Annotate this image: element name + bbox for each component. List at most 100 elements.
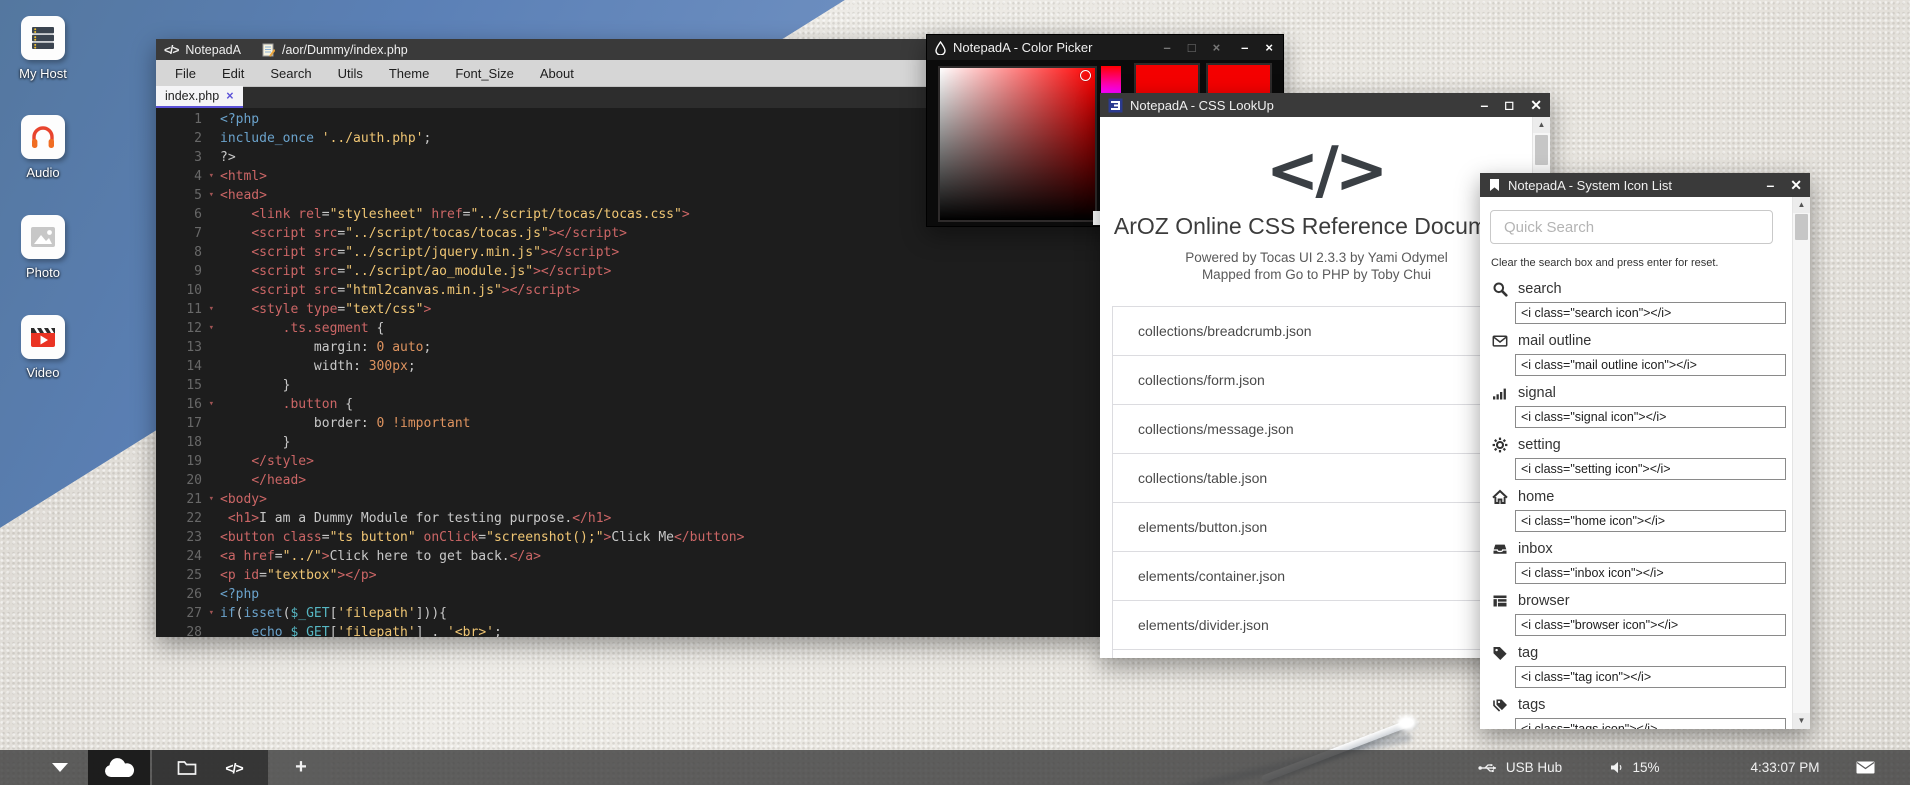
close-icon[interactable]: ✕ (1530, 98, 1542, 112)
code-line[interactable]: 28 echo $_GET['filepath'] . '<br>'; (156, 623, 1100, 637)
menu-item-search[interactable]: Search (257, 66, 324, 81)
headphones-icon (21, 115, 65, 159)
scrollbar-thumb[interactable] (1535, 135, 1548, 165)
lookup-item[interactable]: collections/message.json (1113, 405, 1520, 454)
menu-item-theme[interactable]: Theme (376, 66, 442, 81)
color-picker-titlebar[interactable]: NotepadA - Color Picker – □ × – × (927, 35, 1283, 60)
taskbar-usb-status[interactable]: USB Hub (1460, 750, 1580, 785)
lookup-item[interactable]: collections/breadcrumb.json (1113, 307, 1520, 356)
icon-code-input[interactable] (1515, 562, 1786, 584)
minimize-icon[interactable]: – (1481, 98, 1489, 112)
code-line[interactable]: 23<button class="ts button" onClick="scr… (156, 528, 1100, 547)
quick-search-input[interactable] (1490, 210, 1773, 244)
code-line[interactable]: 21▾<body> (156, 490, 1100, 509)
taskbar-code-editor-button[interactable]: </> (225, 760, 242, 776)
fold-marker-icon[interactable]: ▾ (209, 300, 214, 319)
code-line[interactable]: 9 <script src="../script/ao_module.js"><… (156, 262, 1100, 281)
code-line[interactable]: 10 <script src="html2canvas.min.js"></sc… (156, 281, 1100, 300)
scroll-up-icon[interactable]: ▲ (1533, 117, 1550, 133)
code-line[interactable]: 15 } (156, 376, 1100, 395)
icon-code-input[interactable] (1515, 354, 1786, 376)
scrollbar-thumb[interactable] (1795, 214, 1808, 240)
fold-marker-icon[interactable]: ▾ (209, 319, 214, 338)
code-line[interactable]: 13 margin: 0 auto; (156, 338, 1100, 357)
saturation-value-square[interactable] (938, 66, 1097, 222)
code-line[interactable]: 12▾ .ts.segment { (156, 319, 1100, 338)
desktop-icon-photo[interactable]: Photo (0, 215, 86, 280)
code-line[interactable]: 14 width: 300px; (156, 357, 1100, 376)
icon-list-scrollbar[interactable]: ▲ ▼ (1792, 197, 1810, 729)
icon-code-input[interactable] (1515, 666, 1786, 688)
icon-list-titlebar[interactable]: NotepadA - System Icon List – ✕ (1480, 173, 1810, 197)
line-number: 3 (156, 148, 208, 167)
code-line[interactable]: 18 } (156, 433, 1100, 452)
bookmark-icon (1488, 178, 1501, 192)
color-cursor[interactable] (1080, 70, 1091, 81)
menu-item-edit[interactable]: Edit (209, 66, 257, 81)
desktop-icon-video[interactable]: Video (0, 315, 86, 380)
icon-entry-header: tags (1492, 695, 1780, 715)
icon-entries-list: searchmail outlinesignalsettinghomeinbox… (1492, 279, 1780, 729)
code-line[interactable]: 25<p id="textbox"></p> (156, 566, 1100, 585)
code-line[interactable]: 17 border: 0 !important (156, 414, 1100, 433)
menu-item-file[interactable]: File (162, 66, 209, 81)
taskbar-add-button[interactable]: + (272, 750, 330, 785)
icon-code-input[interactable] (1515, 718, 1786, 729)
icon-code-input[interactable] (1515, 510, 1786, 532)
scroll-up-icon[interactable]: ▲ (1793, 197, 1810, 213)
code-line[interactable]: 20 </head> (156, 471, 1100, 490)
css-lookup-titlebar[interactable]: NotepadA - CSS LookUp – ◻ ✕ (1100, 93, 1550, 117)
fold-marker-icon[interactable]: ▾ (209, 604, 214, 623)
lookup-item[interactable]: elements/divider.json (1113, 601, 1520, 650)
desktop-icon-audio[interactable]: Audio (0, 115, 86, 180)
icon-entry-header: signal (1492, 383, 1780, 403)
taskbar-clock[interactable]: 4:33:07 PM (1730, 750, 1840, 785)
icon-code-input[interactable] (1515, 458, 1786, 480)
menu-item-utils[interactable]: Utils (325, 66, 376, 81)
fold-marker-icon[interactable]: ▾ (209, 395, 214, 414)
browser-icon (1492, 593, 1508, 609)
taskbar-volume-status[interactable]: 15% (1600, 750, 1670, 785)
line-number: 28 (156, 623, 208, 637)
code-line[interactable]: 19 </style> (156, 452, 1100, 471)
minimize-icon[interactable]: – (1163, 40, 1170, 55)
lookup-item[interactable]: elements/button.json (1113, 503, 1520, 552)
lookup-item[interactable]: elements/container.json (1113, 552, 1520, 601)
line-number: 26 (156, 585, 208, 604)
taskbar-file-manager-button[interactable] (177, 760, 197, 776)
icon-code-input[interactable] (1515, 302, 1786, 324)
icon-code-input[interactable] (1515, 614, 1786, 636)
cloud-icon (103, 758, 135, 778)
icon-entry-name: setting (1518, 437, 1561, 453)
menu-item-about[interactable]: About (527, 66, 587, 81)
lookup-item[interactable]: collections/form.json (1113, 356, 1520, 405)
code-line[interactable]: 8 <script src="../script/jquery.min.js">… (156, 243, 1100, 262)
code-line[interactable]: 22 <h1>I am a Dummy Module for testing p… (156, 509, 1100, 528)
icon-code-input[interactable] (1515, 406, 1786, 428)
code-line[interactable]: 16▾ .button { (156, 395, 1100, 414)
maximize-icon[interactable]: ◻ (1504, 99, 1514, 111)
taskbar: </> + USB Hub 15% 4 (0, 750, 1910, 785)
fold-marker-icon[interactable]: ▾ (209, 490, 214, 509)
code-line[interactable]: 27▾if(isset($_GET['filepath'])){ (156, 604, 1100, 623)
fold-marker-icon[interactable]: ▾ (209, 186, 214, 205)
close-icon[interactable]: × (1213, 40, 1221, 55)
scroll-down-icon[interactable]: ▼ (1793, 713, 1810, 729)
desktop-icon-my-host[interactable]: My Host (0, 16, 86, 81)
maximize-icon[interactable]: □ (1188, 40, 1196, 55)
fold-marker-icon[interactable]: ▾ (209, 167, 214, 186)
close-icon[interactable]: × (1265, 40, 1273, 55)
taskbar-messages-button[interactable] (1845, 750, 1885, 785)
lookup-item[interactable]: collections/table.json (1113, 454, 1520, 503)
menu-item-font_size[interactable]: Font_Size (442, 66, 527, 81)
minimize-icon[interactable]: – (1766, 178, 1774, 192)
taskbar-cloud-button[interactable] (88, 750, 150, 785)
code-line[interactable]: 26<?php (156, 585, 1100, 604)
code-line[interactable]: 24<a href="../">Click here to get back.<… (156, 547, 1100, 566)
tab-close-icon[interactable]: × (226, 89, 233, 103)
minimize-icon[interactable]: – (1241, 40, 1248, 55)
tab-index-php[interactable]: index.php × (156, 86, 243, 108)
close-icon[interactable]: ✕ (1790, 178, 1802, 192)
taskbar-collapse-button[interactable] (40, 750, 80, 785)
code-line[interactable]: 11▾ <style type="text/css"> (156, 300, 1100, 319)
